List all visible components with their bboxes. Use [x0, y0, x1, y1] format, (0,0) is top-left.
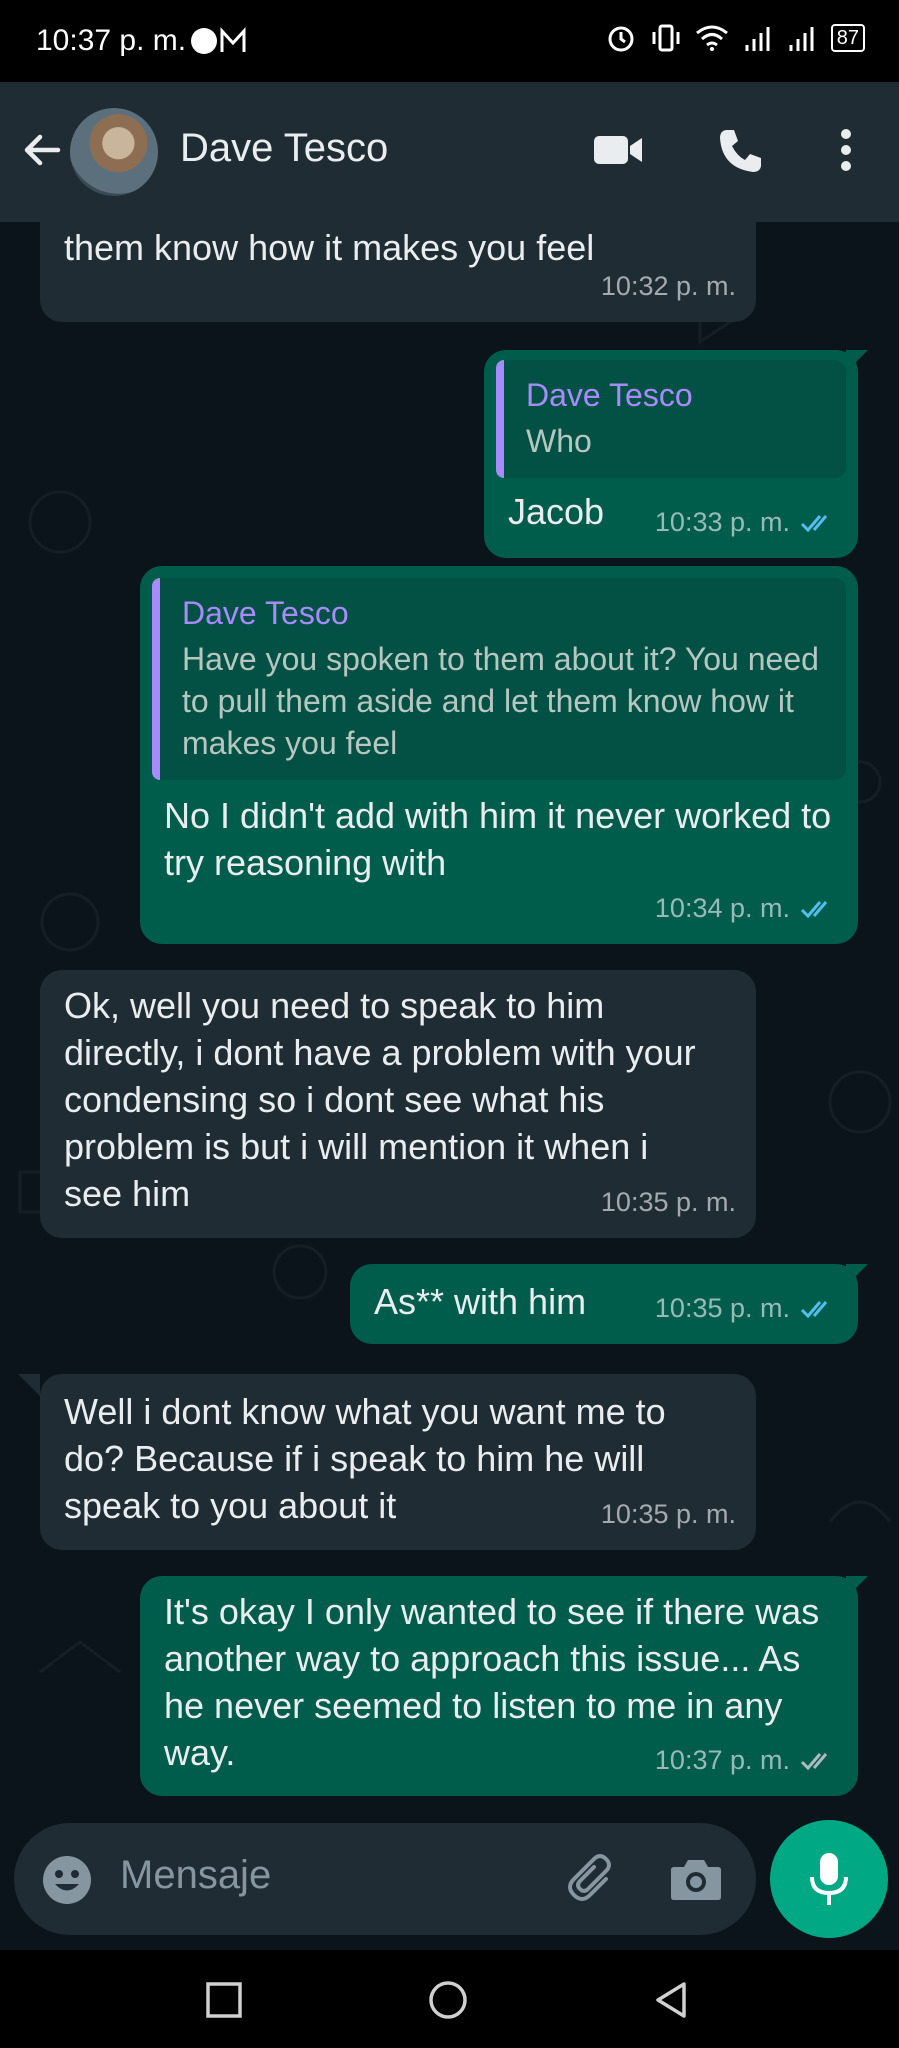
message-time: 10:33 p. m. [654, 507, 790, 537]
message-meta: 10:35 p. m. [655, 1285, 838, 1332]
message-text: No I didn't add with him it never worked… [164, 795, 832, 883]
status-icons: 87 [605, 22, 865, 54]
message-outgoing[interactable]: Dave Tesco Who Jacob 10:33 p. m. [484, 350, 858, 558]
back-arrow-icon[interactable] [18, 126, 66, 174]
more-options-icon[interactable] [818, 122, 874, 178]
emoji-icon[interactable] [40, 1853, 94, 1907]
message-incoming[interactable]: them know how it makes you feel 10:32 p.… [40, 222, 756, 322]
status-bar: 10:37 p. m. 87 [0, 0, 899, 82]
double-check-read-icon [800, 1300, 828, 1318]
message-time: 10:35 p. m. [600, 1499, 736, 1529]
message-incoming[interactable]: Well i dont know what you want me to do?… [40, 1374, 756, 1550]
phone-icon[interactable] [712, 122, 768, 178]
bubble-tail [846, 1264, 868, 1286]
message-meta: 10:33 p. m. [655, 499, 838, 546]
message-time: 10:34 p. m. [654, 893, 790, 923]
message-time: 10:35 p. m. [600, 1187, 736, 1217]
alarm-icon [608, 26, 634, 52]
signal-icon-2 [789, 27, 814, 51]
attach-icon[interactable] [562, 1849, 622, 1909]
double-check-delivered-icon [800, 1752, 828, 1770]
quote-author: Dave Tesco [182, 595, 349, 631]
message-meta: 10:35 p. m. [601, 1179, 736, 1226]
vibrate-icon [652, 24, 680, 52]
camera-icon[interactable] [666, 1849, 726, 1909]
bubble-tail [18, 1374, 40, 1396]
status-time: 10:37 p. m. [36, 24, 187, 57]
quote-text: Who [526, 423, 592, 459]
bubble-tail [846, 350, 868, 372]
recents-button-icon[interactable] [202, 1978, 246, 2022]
message-composer[interactable]: Mensaje [14, 1823, 756, 1935]
battery-indicator: 87 [830, 24, 865, 52]
notification-icons [191, 27, 246, 54]
bubble-tail [846, 1576, 868, 1598]
message-input[interactable]: Mensaje [120, 1853, 271, 1898]
message-meta: 10:32 p. m. [601, 263, 736, 310]
message-meta: 10:34 p. m. [655, 885, 838, 932]
message-outgoing[interactable]: Dave Tesco Have you spoken to them about… [140, 566, 858, 944]
message-outgoing[interactable]: It's okay I only wanted to see if there … [140, 1576, 858, 1796]
chat-messages[interactable]: them know how it makes you feel 10:32 p.… [0, 222, 899, 1822]
home-button-icon[interactable] [426, 1978, 470, 2022]
chat-header: Dave Tesco [0, 82, 899, 222]
quote-author: Dave Tesco [526, 377, 693, 413]
message-time: 10:37 p. m. [654, 1745, 790, 1775]
message-incoming[interactable]: Ok, well you need to speak to him direct… [40, 970, 756, 1238]
mic-icon [810, 1853, 848, 1905]
message-time: 10:35 p. m. [654, 1293, 790, 1323]
message-time: 10:32 p. m. [600, 271, 736, 301]
voice-message-button[interactable] [770, 1820, 888, 1938]
message-outgoing[interactable]: As** with him 10:35 p. m. [350, 1264, 858, 1344]
double-check-read-icon [800, 514, 828, 532]
quoted-message[interactable]: Dave Tesco Have you spoken to them about… [152, 578, 846, 780]
contact-name[interactable]: Dave Tesco [180, 126, 388, 171]
message-meta: 10:35 p. m. [601, 1491, 736, 1538]
message-meta: 10:37 p. m. [655, 1737, 838, 1784]
quote-text: Have you spoken to them about it? You ne… [182, 641, 819, 761]
system-nav-bar [0, 1950, 899, 2048]
wifi-icon [695, 25, 728, 51]
back-button-icon[interactable] [650, 1978, 694, 2022]
quoted-message[interactable]: Dave Tesco Who [496, 360, 846, 478]
double-check-read-icon [800, 900, 828, 918]
signal-icon [745, 27, 770, 51]
video-call-icon[interactable] [590, 122, 646, 178]
avatar[interactable] [70, 108, 158, 196]
